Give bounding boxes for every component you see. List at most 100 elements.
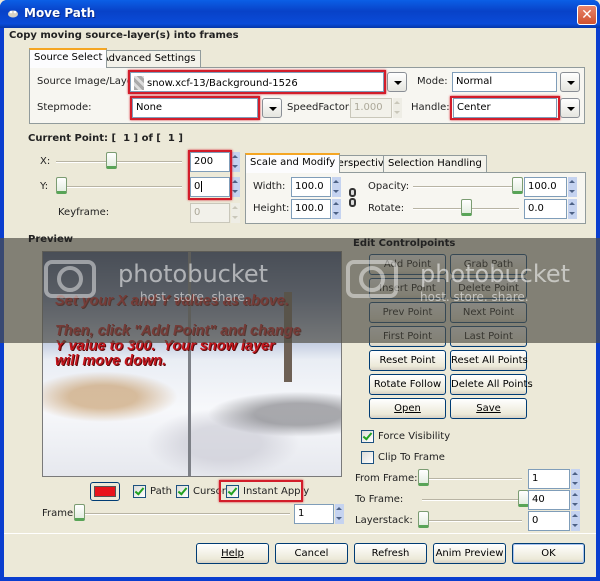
tab-advanced-settings[interactable]: Advanced Settings bbox=[97, 50, 201, 68]
layer-thumbnail-icon bbox=[134, 76, 144, 90]
keyframe-spinner[interactable] bbox=[231, 203, 240, 223]
help-button[interactable]: Help bbox=[196, 543, 269, 564]
rotate-slider-thumb[interactable] bbox=[460, 199, 472, 216]
layerstack-slider-thumb[interactable] bbox=[418, 511, 429, 528]
opacity-field[interactable]: 100.0 bbox=[524, 177, 567, 197]
height-field[interactable]: 100.0 bbox=[291, 199, 331, 219]
preview-annotation: Set your X and Y values as above. Then, … bbox=[55, 293, 301, 369]
tab-scale-and-modify[interactable]: Scale and Modify bbox=[245, 153, 341, 173]
dialog-body: Copy moving source-layer(s) into frames … bbox=[0, 28, 600, 577]
from-frame-field[interactable]: 1 bbox=[528, 469, 570, 489]
width-spinner[interactable] bbox=[332, 177, 341, 197]
y-slider-track[interactable] bbox=[56, 186, 182, 188]
frame-field[interactable]: 1 bbox=[294, 504, 334, 524]
delete-point-button[interactable]: Delete Point bbox=[450, 278, 527, 299]
cancel-button[interactable]: Cancel bbox=[275, 543, 348, 564]
to-frame-slider-track[interactable] bbox=[422, 499, 522, 501]
frame-slider-thumb[interactable] bbox=[74, 504, 85, 521]
scale-modify-panel: Width: 100.0 Height: 100.0 Opacity: 100.… bbox=[245, 172, 586, 224]
title-bar[interactable]: Move Path ✕ bbox=[0, 0, 600, 28]
first-point-button[interactable]: First Point bbox=[369, 326, 446, 347]
y-spinner[interactable] bbox=[231, 177, 240, 197]
x-slider-track[interactable] bbox=[56, 161, 182, 163]
cursor-label: Cursor bbox=[193, 486, 226, 497]
clip-to-frame-label: Clip To Frame bbox=[378, 452, 445, 463]
delete-all-points-button[interactable]: Delete All Points bbox=[450, 374, 533, 395]
mode-combo[interactable]: Normal bbox=[452, 72, 557, 92]
chain-link-icon[interactable] bbox=[349, 188, 357, 208]
stepmode-combo[interactable]: None bbox=[132, 98, 258, 118]
close-button[interactable]: ✕ bbox=[577, 5, 597, 25]
source-layer-dropdown-button[interactable] bbox=[387, 72, 407, 92]
from-frame-slider-track[interactable] bbox=[422, 478, 522, 480]
footer-separator bbox=[4, 533, 596, 534]
preview-canvas[interactable]: Set your X and Y values as above. Then, … bbox=[42, 251, 342, 477]
reset-all-points-button[interactable]: Reset All Points bbox=[450, 350, 528, 371]
rotate-field[interactable]: 0.0 bbox=[524, 199, 567, 219]
tab-selection-handling[interactable]: Selection Handling bbox=[383, 155, 487, 173]
path-label: Path bbox=[150, 486, 172, 497]
to-frame-spinner[interactable] bbox=[571, 490, 580, 510]
clip-to-frame-checkbox[interactable] bbox=[361, 451, 374, 464]
instant-apply-label: Instant Apply bbox=[243, 486, 310, 497]
layerstack-slider-track[interactable] bbox=[422, 520, 522, 522]
x-slider-thumb[interactable] bbox=[106, 152, 118, 169]
force-visibility-checkbox[interactable] bbox=[361, 430, 374, 443]
cursor-checkbox[interactable] bbox=[176, 485, 189, 498]
y-value-field[interactable]: 0 bbox=[190, 177, 230, 197]
width-field[interactable]: 100.0 bbox=[291, 177, 331, 197]
ok-button[interactable]: OK bbox=[512, 543, 585, 564]
frame-label: Frame: bbox=[42, 508, 77, 519]
refresh-button[interactable]: Refresh bbox=[354, 543, 427, 564]
layerstack-spinner[interactable] bbox=[571, 511, 580, 531]
path-color-button[interactable] bbox=[90, 482, 120, 501]
layerstack-field[interactable]: 0 bbox=[528, 511, 570, 531]
edit-controlpoints-label: Edit Controlpoints bbox=[353, 238, 456, 249]
height-spinner[interactable] bbox=[332, 199, 341, 219]
anim-preview-button[interactable]: Anim Preview bbox=[433, 543, 506, 564]
move-path-window: Move Path ✕ Copy moving source-layer(s) … bbox=[0, 0, 600, 581]
handle-combo[interactable]: Center bbox=[453, 98, 557, 118]
opacity-slider-thumb[interactable] bbox=[512, 177, 523, 194]
to-frame-label: To Frame: bbox=[355, 494, 404, 505]
stepmode-dropdown-button[interactable] bbox=[262, 98, 282, 118]
prev-point-button[interactable]: Prev Point bbox=[369, 302, 446, 323]
last-point-button[interactable]: Last Point bbox=[450, 326, 527, 347]
insert-point-button[interactable]: Insert Point bbox=[369, 278, 446, 299]
opacity-slider-track[interactable] bbox=[413, 186, 519, 188]
open-button[interactable]: Open bbox=[369, 398, 446, 419]
to-frame-field[interactable]: 40 bbox=[528, 490, 570, 510]
y-slider-thumb[interactable] bbox=[56, 177, 67, 194]
x-spinner[interactable] bbox=[231, 152, 240, 172]
speedfactor-spinner[interactable] bbox=[393, 98, 402, 118]
grab-path-button[interactable]: Grab Path bbox=[450, 254, 527, 275]
reset-point-button[interactable]: Reset Point bbox=[369, 350, 446, 371]
add-point-button[interactable]: Add Point bbox=[369, 254, 446, 275]
rotate-spinner[interactable] bbox=[568, 199, 577, 219]
rotate-follow-button[interactable]: Rotate Follow bbox=[369, 374, 446, 395]
from-frame-spinner[interactable] bbox=[571, 469, 580, 489]
width-label: Width: bbox=[253, 181, 286, 192]
opacity-spinner[interactable] bbox=[568, 177, 577, 197]
path-checkbox[interactable] bbox=[133, 485, 146, 498]
from-frame-slider-thumb[interactable] bbox=[418, 469, 429, 486]
next-point-button[interactable]: Next Point bbox=[450, 302, 527, 323]
source-image-layer-combo[interactable]: snow.xcf-13/Background-1526 bbox=[130, 72, 384, 92]
rotate-label: Rotate: bbox=[368, 203, 405, 214]
x-value-field[interactable]: 200 bbox=[190, 152, 230, 172]
x-label: X: bbox=[40, 156, 51, 167]
dialog-heading: Copy moving source-layer(s) into frames bbox=[9, 30, 239, 41]
frame-spinner[interactable] bbox=[335, 504, 344, 524]
speedfactor-field[interactable]: 1.000 bbox=[350, 98, 392, 118]
preview-label: Preview bbox=[28, 234, 74, 245]
mode-dropdown-button[interactable] bbox=[560, 72, 580, 92]
close-icon: ✕ bbox=[581, 7, 593, 23]
force-visibility-label: Force Visibility bbox=[378, 431, 451, 442]
instant-apply-checkbox[interactable] bbox=[226, 485, 239, 498]
handle-dropdown-button[interactable] bbox=[560, 98, 580, 118]
save-button[interactable]: Save bbox=[450, 398, 527, 419]
tab-source-select[interactable]: Source Select bbox=[29, 48, 108, 68]
stepmode-label: Stepmode: bbox=[37, 102, 92, 113]
frame-slider-track[interactable] bbox=[76, 513, 290, 515]
keyframe-field[interactable]: 0 bbox=[190, 203, 230, 223]
